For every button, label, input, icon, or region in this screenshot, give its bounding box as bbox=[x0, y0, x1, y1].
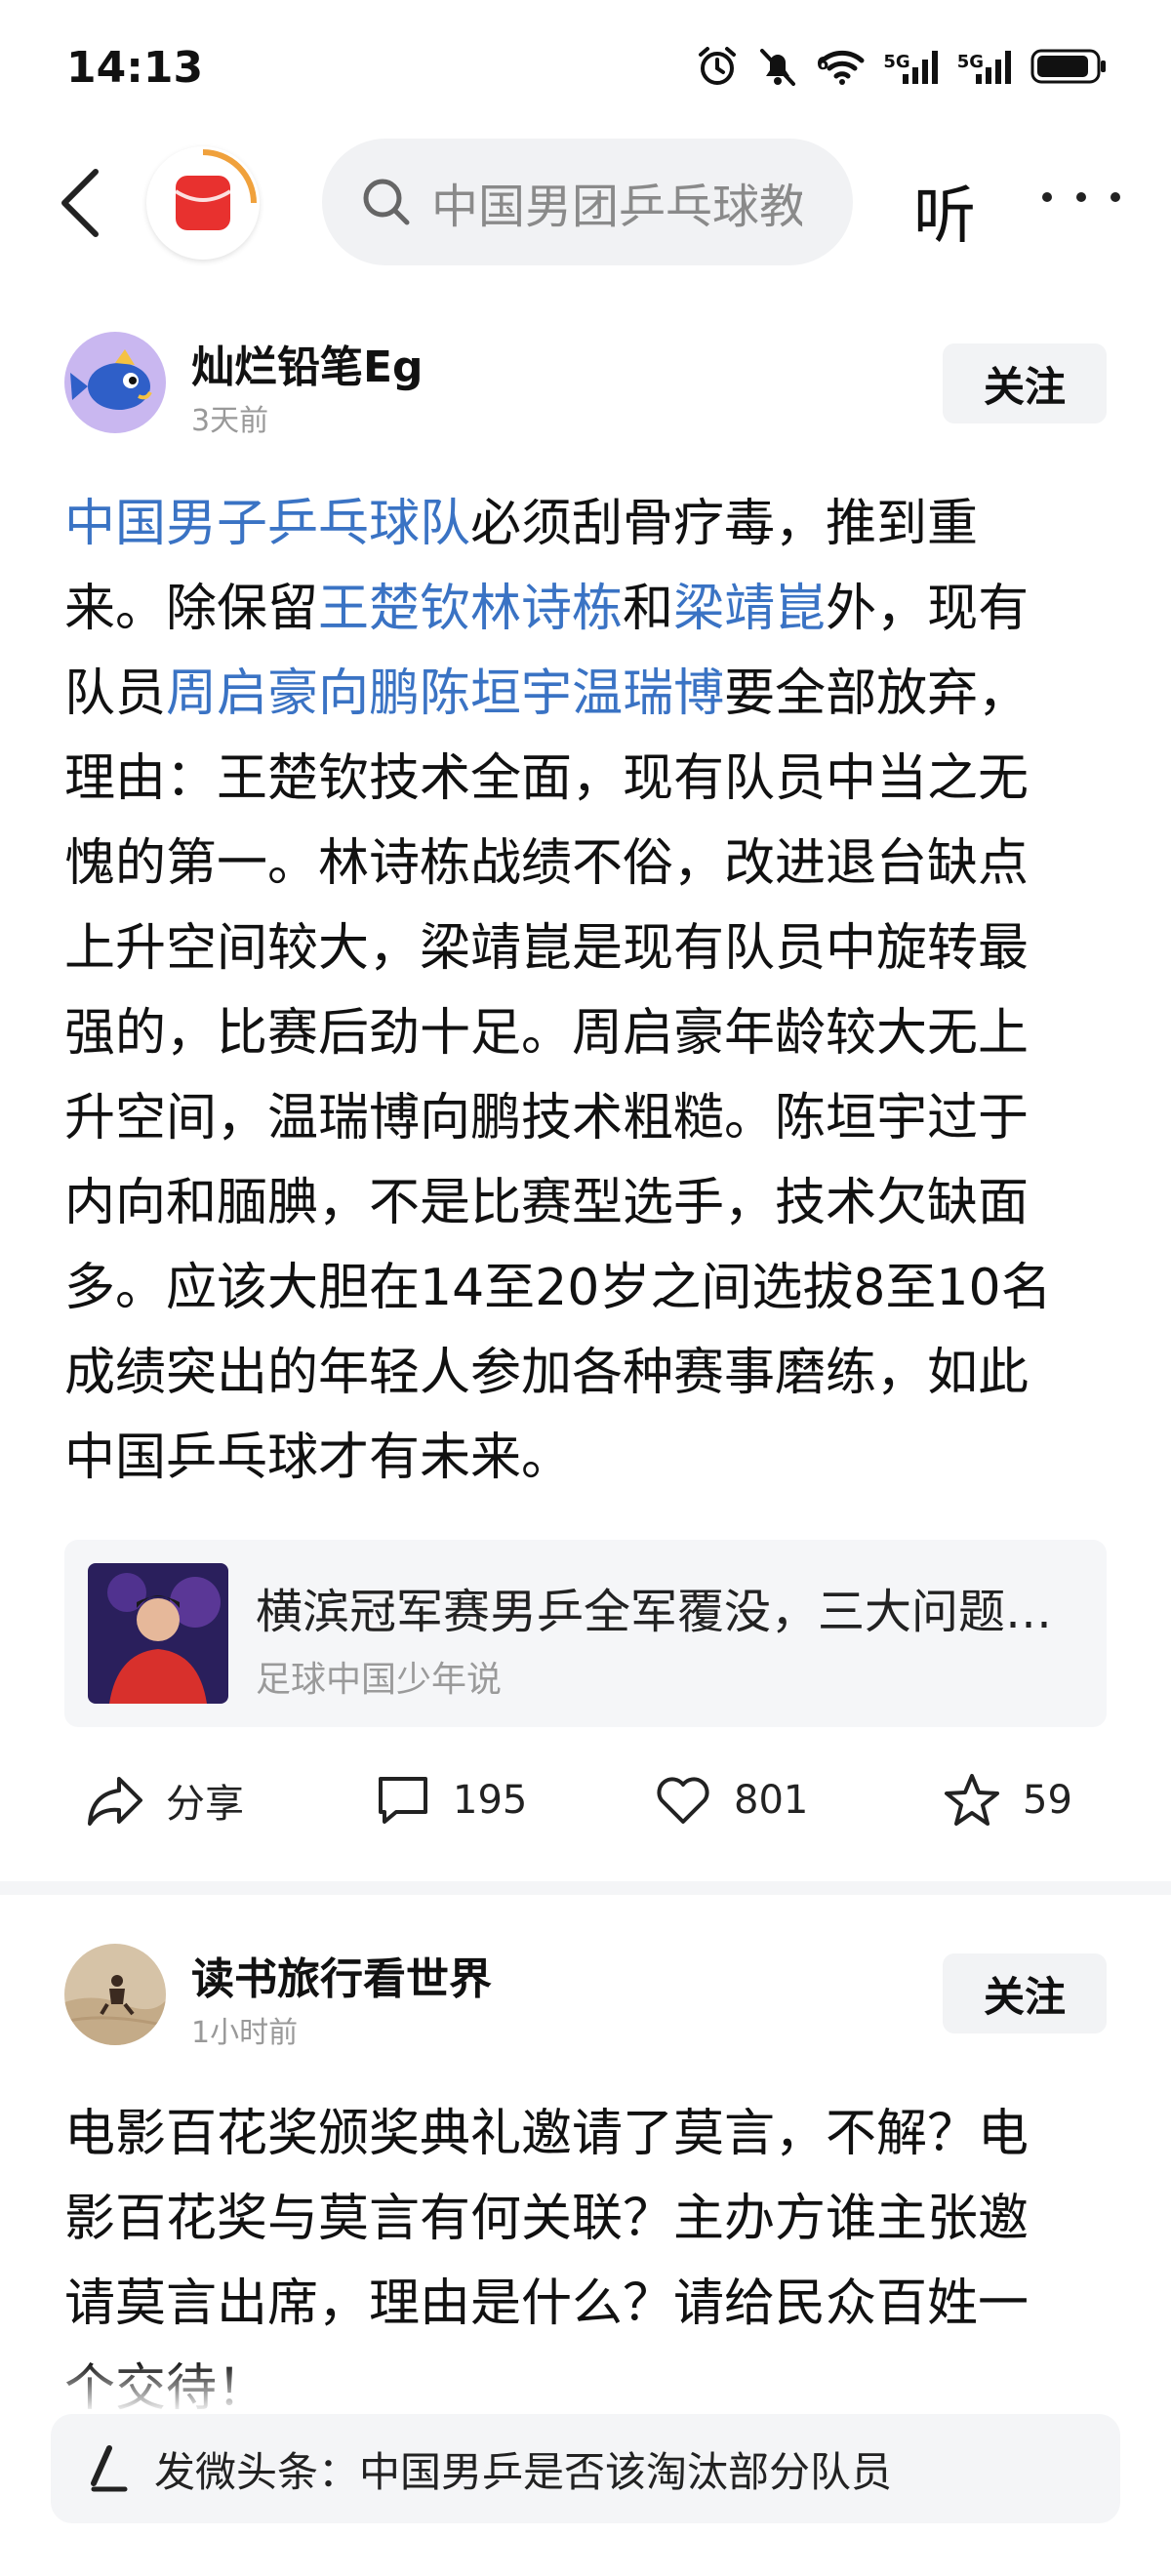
post-body-line: 内向和腼腆，不是比赛型选手，技术欠缺面 bbox=[64, 1161, 1109, 1246]
compose-bar[interactable]: 发微头条：中国男乒是否该淘汰部分队员 bbox=[51, 2414, 1120, 2523]
search-icon bbox=[363, 179, 410, 225]
back-button[interactable] bbox=[51, 164, 109, 242]
author-name[interactable]: 灿烂铅笔Eg bbox=[191, 332, 424, 394]
more-dot bbox=[1042, 192, 1052, 202]
post-body-line: 成绩突出的年轻人参加各种赛事磨练，如此 bbox=[64, 1331, 1109, 1416]
status-time: 14:13 bbox=[66, 43, 204, 93]
pen-icon bbox=[91, 2445, 128, 2492]
topic-link[interactable]: 陈垣宇 bbox=[420, 664, 572, 723]
topic-link[interactable]: 梁靖崑 bbox=[673, 580, 826, 638]
topic-link[interactable]: 中国男子乒乓球队 bbox=[64, 495, 470, 553]
post-time: 3天前 bbox=[191, 404, 269, 438]
topic-link[interactable]: 温瑞博 bbox=[572, 664, 724, 723]
more-button[interactable] bbox=[1042, 178, 1120, 217]
share-icon bbox=[88, 1777, 142, 1826]
favorite-button[interactable]: 59 bbox=[943, 1756, 1072, 1844]
alarm-icon bbox=[698, 47, 736, 85]
post-text: 多。应该大胆在14至20岁之间选拔8至10名 bbox=[64, 1259, 1052, 1317]
content-fade bbox=[0, 2361, 1171, 2414]
post-text: 队员 bbox=[64, 664, 167, 723]
post-text: 成绩突出的年轻人参加各种赛事磨练，如此 bbox=[64, 1344, 1030, 1402]
post-time: 1小时前 bbox=[191, 2016, 299, 2050]
author-name[interactable]: 读书旅行看世界 bbox=[191, 1944, 492, 2006]
post-text: 上升空间较大，梁靖崑是现有队员中旋转最 bbox=[64, 919, 1030, 978]
post-text: 请莫言出席，理由是什么？请给民众百姓一 bbox=[64, 2274, 1030, 2333]
post-body[interactable]: 中国男子乒乓球队必须刮骨疗毒，推到重 来。除保留王楚钦林诗栋和梁靖崑外，现有 队员周… bbox=[64, 482, 1109, 1501]
post-body-line: 中国乒乓球才有未来。 bbox=[64, 1416, 1109, 1501]
post-body-line: 中国男子乒乓球队必须刮骨疗毒，推到重 bbox=[64, 482, 1109, 567]
fish-avatar-icon bbox=[64, 332, 166, 433]
favorite-count: 59 bbox=[1023, 1778, 1072, 1823]
follow-button[interactable]: 关注 bbox=[943, 343, 1107, 423]
network-label-2: 5G bbox=[956, 52, 984, 72]
post-actions: 分享 195 801 59 bbox=[0, 1756, 1171, 1844]
comment-button[interactable]: 195 bbox=[375, 1756, 527, 1844]
comment-icon bbox=[379, 1777, 427, 1824]
post-text: 中国乒乓球才有未来。 bbox=[64, 1429, 573, 1487]
post-text: 升空间，温瑞博向鹏技术粗糙。陈垣宇过于 bbox=[64, 1089, 1030, 1147]
post-text: 强的，比赛后劲十足。周启豪年龄较大无上 bbox=[64, 1004, 1030, 1063]
post-text: 外，现有 bbox=[826, 580, 1030, 638]
more-dot bbox=[1110, 192, 1120, 202]
post-body-line: 理由：王楚钦技术全面，现有队员中当之无 bbox=[64, 737, 1109, 822]
top-nav: 中国男团乒乓球教练 听 bbox=[0, 137, 1171, 265]
article-thumbnail bbox=[88, 1563, 228, 1704]
topic-link[interactable]: 林诗栋 bbox=[470, 580, 623, 638]
post-body-line: 来。除保留王楚钦林诗栋和梁靖崑外，现有 bbox=[64, 567, 1109, 652]
referenced-article-card[interactable]: 横滨冠军赛男乒全军覆没，三大问题暴露 足球中国少年说 bbox=[64, 1540, 1107, 1727]
like-button[interactable]: 801 bbox=[654, 1756, 808, 1844]
share-label: 分享 bbox=[166, 1782, 244, 1827]
article-title: 横滨冠军赛男乒全军覆没，三大问题暴露 bbox=[256, 1585, 1075, 1639]
post-body-line: 电影百花奖颁奖典礼邀请了莫言，不解？电 bbox=[64, 2092, 1109, 2177]
more-dot bbox=[1076, 192, 1086, 202]
star-icon bbox=[945, 1774, 999, 1826]
post-body-line: 愧的第一。林诗栋战绩不俗，改进退台缺点 bbox=[64, 822, 1109, 906]
follow-button[interactable]: 关注 bbox=[943, 1953, 1107, 2033]
search-box[interactable]: 中国男团乒乓球教练 bbox=[322, 139, 853, 265]
comment-count: 195 bbox=[453, 1778, 528, 1823]
listen-button[interactable]: 听 bbox=[913, 166, 976, 256]
topic-link[interactable]: 向鹏 bbox=[318, 664, 420, 723]
post-body-line: 升空间，温瑞博向鹏技术粗糙。陈垣宇过于 bbox=[64, 1076, 1109, 1161]
heart-icon bbox=[657, 1777, 709, 1824]
topic-link[interactable]: 周启豪 bbox=[166, 664, 318, 723]
share-button[interactable]: 分享 bbox=[86, 1756, 244, 1844]
red-envelope-icon bbox=[174, 149, 257, 230]
avatar[interactable] bbox=[64, 1944, 166, 2045]
status-icons: 6 5G 5G bbox=[696, 45, 1109, 88]
desert-avatar-icon bbox=[64, 1944, 166, 2045]
battery-icon bbox=[1030, 49, 1106, 84]
post-separator bbox=[0, 1881, 1171, 1895]
post-body-line: 上升空间较大，梁靖崑是现有队员中旋转最 bbox=[64, 906, 1109, 991]
app-logo[interactable] bbox=[146, 146, 260, 260]
post-text: 内向和腼腆，不是比赛型选手，技术欠缺面 bbox=[64, 1174, 1030, 1232]
post-text: 要全部放弃， bbox=[724, 664, 1030, 723]
article-source: 足球中国少年说 bbox=[256, 1660, 503, 1700]
like-count: 801 bbox=[734, 1778, 809, 1823]
wifi-label: 6 bbox=[816, 54, 829, 74]
post-body-line: 队员周启豪向鹏陈垣宇温瑞博要全部放弃， bbox=[64, 652, 1109, 737]
network-label-1: 5G bbox=[883, 52, 910, 72]
post-text: 愧的第一。林诗栋战绩不俗，改进退台缺点 bbox=[64, 834, 1030, 893]
post-text: 影百花奖与莫言有何关联？主办方谁主张邀 bbox=[64, 2190, 1030, 2248]
post-text: 理由：王楚钦技术全面，现有队员中当之无 bbox=[64, 749, 1030, 808]
post-text: 电影百花奖颁奖典礼邀请了莫言，不解？电 bbox=[64, 2105, 1030, 2163]
player-photo-icon bbox=[88, 1563, 228, 1704]
status-bar: 14:13 6 5G 5G bbox=[0, 0, 1171, 137]
post-body-line: 请莫言出席，理由是什么？请给民众百姓一 bbox=[64, 2262, 1109, 2347]
post-body-line: 影百花奖与莫言有何关联？主办方谁主张邀 bbox=[64, 2177, 1109, 2262]
post-text: 来。除保留 bbox=[64, 580, 319, 638]
mute-icon bbox=[759, 49, 795, 86]
post-body-line: 多。应该大胆在14至20岁之间选拔8至10名 bbox=[64, 1246, 1109, 1331]
post-text: 和 bbox=[623, 580, 674, 638]
chevron-left-icon bbox=[61, 169, 99, 237]
avatar[interactable] bbox=[64, 332, 166, 433]
post-text: 必须刮骨疗毒，推到重 bbox=[470, 495, 979, 553]
compose-bar-text: 发微头条：中国男乒是否该淘汰部分队员 bbox=[154, 2447, 893, 2496]
topic-link[interactable]: 王楚钦 bbox=[318, 580, 470, 638]
post-body-line: 强的，比赛后劲十足。周启豪年龄较大无上 bbox=[64, 991, 1109, 1076]
search-text: 中国男团乒乓球教练 bbox=[431, 180, 802, 234]
